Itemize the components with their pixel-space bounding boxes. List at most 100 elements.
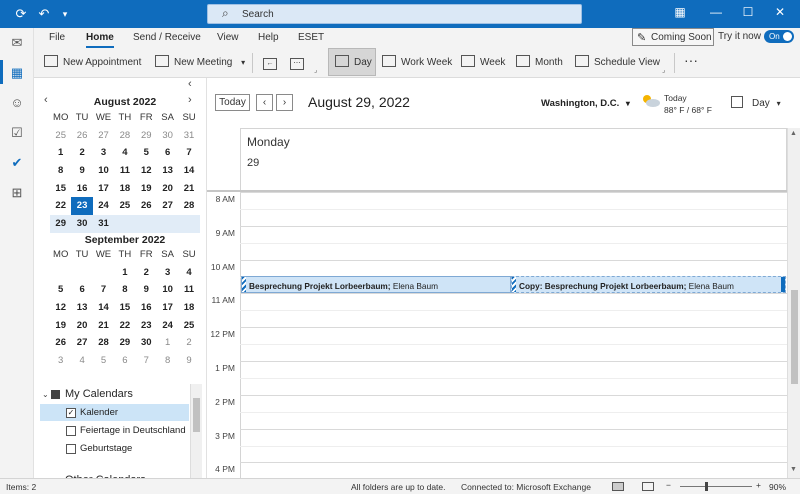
customize-icon[interactable]: ▾ <box>57 6 73 22</box>
day-cell[interactable]: 25 <box>178 317 199 335</box>
undo-icon[interactable]: ↶ <box>36 6 52 22</box>
day-cell[interactable]: 17 <box>93 180 114 198</box>
schedule-view-button[interactable]: Schedule View <box>575 55 660 73</box>
day-cell[interactable]: 18 <box>114 180 135 198</box>
next-day-button[interactable]: › <box>276 94 293 111</box>
day-cell[interactable]: 9 <box>178 352 199 370</box>
checkbox[interactable] <box>66 426 76 436</box>
day-cell[interactable]: 8 <box>114 281 135 299</box>
collapse-pane-icon[interactable]: ‹ <box>188 78 192 90</box>
day-cell[interactable]: 4 <box>71 352 92 370</box>
todo-check-icon[interactable]: ✔ <box>8 154 26 172</box>
day-cell[interactable]: 13 <box>157 162 178 180</box>
sync-icon[interactable]: ⟳ <box>13 6 29 22</box>
day-cell[interactable]: 23 <box>136 317 157 335</box>
day-cell[interactable]: 12 <box>50 299 71 317</box>
day-cell[interactable]: 14 <box>178 162 199 180</box>
minimize-icon[interactable]: — <box>706 5 726 19</box>
day-cell[interactable]: 2 <box>136 264 157 282</box>
view-switcher[interactable]: Day ▾ <box>752 98 781 109</box>
day-cell[interactable]: 16 <box>136 299 157 317</box>
day-cell[interactable]: 20 <box>157 180 178 198</box>
chevron-down-icon[interactable]: ⌄ <box>42 390 49 399</box>
zoom-in-icon[interactable]: + <box>756 480 761 490</box>
day-cell[interactable]: 30 <box>71 215 93 233</box>
scroll-thumb[interactable] <box>193 398 200 432</box>
close-icon[interactable]: ✕ <box>770 5 790 19</box>
day-cell[interactable]: 15 <box>50 180 71 198</box>
calendar-grid-icon[interactable]: ⋯ <box>290 55 304 73</box>
tasks-icon[interactable]: ☑ <box>8 124 26 142</box>
group-checkbox[interactable] <box>51 390 60 399</box>
more-commands-icon[interactable]: ··· <box>684 52 698 68</box>
day-cell[interactable]: 7 <box>136 352 157 370</box>
day-cell[interactable]: 3 <box>93 144 114 162</box>
day-cell[interactable]: 28 <box>178 197 199 215</box>
appointment-copy[interactable]: Copy: Besprechung Projekt Lorbeerbaum; E… <box>511 276 786 293</box>
apps-icon[interactable]: ⊞ <box>8 184 26 202</box>
day-header[interactable]: Monday 29 <box>240 128 787 190</box>
tab-view[interactable]: View <box>217 32 239 43</box>
day-cell[interactable]: 14 <box>93 299 114 317</box>
checkbox[interactable] <box>66 444 76 454</box>
day-cell[interactable]: 12 <box>136 162 157 180</box>
day-cell[interactable]: 4 <box>114 144 135 162</box>
day-cell[interactable]: 7 <box>178 144 199 162</box>
people-icon[interactable]: ☺ <box>8 94 26 112</box>
day-cell[interactable]: 4 <box>178 264 199 282</box>
zoom-out-icon[interactable]: − <box>666 480 671 490</box>
day-cell[interactable]: 3 <box>157 264 178 282</box>
day-cell[interactable]: 28 <box>93 334 114 352</box>
mail-icon[interactable]: ✉ <box>8 34 26 52</box>
location-selector[interactable]: Washington, D.C. ▾ <box>541 98 630 109</box>
checkbox[interactable]: ✓ <box>66 408 76 418</box>
work-week-button[interactable]: Work Week <box>382 55 452 73</box>
search-box[interactable]: ⌕ Search <box>207 4 582 24</box>
day-cell[interactable]: 5 <box>50 281 71 299</box>
week-button[interactable]: Week <box>461 55 505 73</box>
day-cell[interactable]: 5 <box>136 144 157 162</box>
day-cell[interactable]: 25 <box>114 197 135 215</box>
maximize-icon[interactable]: ☐ <box>738 5 758 19</box>
reading-view-icon[interactable] <box>642 482 654 491</box>
day-cell[interactable]: 1 <box>114 264 135 282</box>
day-cell[interactable]: 1 <box>50 144 71 162</box>
coming-soon-toggle[interactable]: On <box>764 30 794 43</box>
calendar-icon[interactable]: ▦ <box>8 64 26 82</box>
day-cell[interactable]: 29 <box>50 215 72 233</box>
coming-soon-button[interactable]: ✎ Coming Soon <box>632 28 714 46</box>
appointment-original[interactable]: Besprechung Projekt Lorbeerbaum; Elena B… <box>241 276 511 293</box>
calendar-view-icon[interactable] <box>731 96 743 108</box>
normal-view-icon[interactable] <box>612 482 624 491</box>
zoom-slider[interactable] <box>680 486 752 487</box>
day-cell[interactable]: 22 <box>114 317 135 335</box>
group-expand-icon[interactable]: ⌟ <box>314 66 317 74</box>
day-cell[interactable]: 13 <box>71 299 92 317</box>
day-cell[interactable]: 30 <box>157 127 178 145</box>
day-cell[interactable]: 21 <box>178 180 199 198</box>
tab-eset[interactable]: ESET <box>298 32 324 43</box>
day-cell[interactable]: 26 <box>71 127 92 145</box>
new-meeting-button[interactable]: New Meeting ▾ <box>155 55 245 73</box>
day-cell[interactable]: 19 <box>50 317 71 335</box>
new-appointment-button[interactable]: New Appointment <box>44 55 141 73</box>
day-cell[interactable]: 31 <box>92 215 115 233</box>
day-cell[interactable]: 20 <box>71 317 92 335</box>
day-cell[interactable]: 21 <box>93 317 114 335</box>
calendar-scrollbar[interactable]: ▲ ▼ <box>787 128 800 478</box>
tab-file[interactable]: File <box>49 32 65 43</box>
my-calendars-header[interactable]: My Calendars <box>65 388 133 400</box>
day-cell[interactable]: 6 <box>157 144 178 162</box>
day-cell[interactable]: 28 <box>114 127 135 145</box>
chevron-down-icon[interactable]: ▾ <box>241 58 245 67</box>
day-cell[interactable]: 27 <box>71 334 92 352</box>
day-cell[interactable]: 11 <box>114 162 135 180</box>
day-cell[interactable]: 2 <box>178 334 199 352</box>
day-cell[interactable]: 3 <box>50 352 71 370</box>
selection-handle[interactable] <box>781 277 785 292</box>
day-view-button[interactable]: Day <box>335 55 372 73</box>
day-cell[interactable]: 29 <box>136 127 157 145</box>
scroll-up-icon[interactable]: ▲ <box>790 130 797 137</box>
hour-grid[interactable]: 8 AM 9 AM 10 AM 11 AM 12 PM 1 PM 2 PM 3 PM 4 PM … <box>207 190 787 481</box>
day-cell[interactable]: 17 <box>157 299 178 317</box>
